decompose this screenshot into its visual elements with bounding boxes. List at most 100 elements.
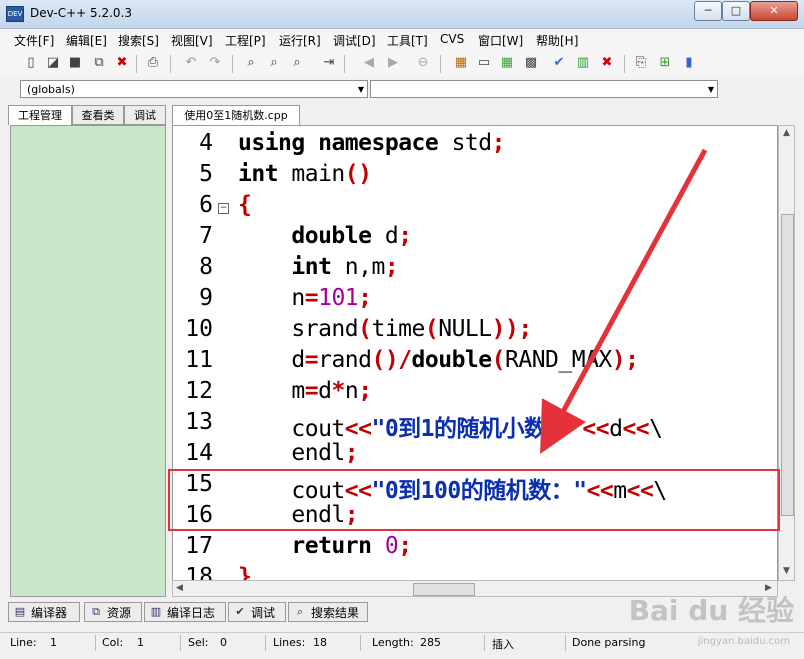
- bookmark-next-icon[interactable]: ▶: [384, 54, 402, 72]
- menu-window[interactable]: 窗口[W]: [478, 32, 523, 49]
- code-line[interactable]: double d;: [238, 223, 412, 249]
- code-token: =: [304, 285, 319, 311]
- menu-help[interactable]: 帮助[H]: [536, 32, 578, 49]
- goto-line-icon[interactable]: ⇥: [320, 54, 338, 72]
- save-all-icon[interactable]: ⧉: [90, 54, 108, 72]
- tab-resources[interactable]: ⧉ 资源: [84, 602, 142, 622]
- print-icon[interactable]: ⎙: [144, 54, 162, 72]
- status-parse-state: Done parsing: [572, 636, 646, 649]
- compiler-icon: ▤: [14, 605, 26, 618]
- code-token: d: [609, 416, 623, 442]
- code-token: <<: [344, 416, 372, 442]
- member-combo[interactable]: ▼: [370, 80, 718, 98]
- code-line[interactable]: return 0;: [238, 533, 412, 559]
- menu-tools[interactable]: 工具[T]: [387, 32, 428, 49]
- menu-project[interactable]: 工程[P]: [225, 32, 266, 49]
- replace-icon[interactable]: ⌕: [265, 54, 283, 72]
- vertical-scrollbar[interactable]: ▲ ▼: [778, 125, 795, 581]
- project-options-icon[interactable]: ▮: [680, 54, 698, 72]
- tab-debug-bottom[interactable]: ✔ 调试: [228, 602, 286, 622]
- code-line[interactable]: using namespace std;: [238, 130, 505, 156]
- run-icon[interactable]: ▭: [475, 54, 493, 72]
- code-token: rand: [318, 347, 372, 373]
- code-line[interactable]: int main(): [238, 161, 372, 187]
- code-line[interactable]: m=d*n;: [238, 378, 372, 404]
- menu-search[interactable]: 搜索[S]: [118, 32, 159, 49]
- find-icon[interactable]: ⌕: [242, 54, 260, 72]
- app-icon: DEV: [6, 6, 24, 22]
- profile-icon[interactable]: ▥: [574, 54, 592, 72]
- tab-classes[interactable]: 查看类: [72, 105, 124, 125]
- vertical-scroll-thumb[interactable]: [781, 214, 794, 516]
- close-file-icon[interactable]: ✖: [113, 54, 131, 72]
- tab-debug[interactable]: 调试: [124, 105, 166, 125]
- menu-file[interactable]: 文件[F]: [14, 32, 54, 49]
- menu-view[interactable]: 视图[V]: [171, 32, 213, 49]
- highlight-box: [168, 469, 780, 531]
- compile-icon[interactable]: ▦: [452, 54, 470, 72]
- project-panel[interactable]: [10, 125, 166, 597]
- menu-run[interactable]: 运行[R]: [279, 32, 321, 49]
- maximize-button[interactable]: □: [722, 1, 750, 21]
- code-token: using: [238, 130, 305, 156]
- line-number: 5: [199, 161, 213, 187]
- scroll-down-icon[interactable]: ▼: [783, 566, 790, 576]
- line-number: 10: [185, 316, 213, 342]
- line-number: 9: [199, 285, 213, 311]
- status-separator: [180, 635, 181, 651]
- code-token: ()/: [371, 347, 413, 373]
- status-sel-label: Sel:: [188, 636, 209, 649]
- code-line[interactable]: d=rand()/double(RAND_MAX);: [238, 347, 639, 373]
- code-line[interactable]: endl;: [238, 440, 358, 466]
- code-token: return: [291, 533, 372, 559]
- status-lines-value: 18: [313, 636, 327, 649]
- line-number: 12: [185, 378, 213, 404]
- scope-combo[interactable]: (globals) ▼: [20, 80, 368, 98]
- scroll-left-icon[interactable]: ◀: [176, 583, 183, 593]
- rebuild-icon[interactable]: ▩: [522, 54, 540, 72]
- menu-debug[interactable]: 调试[D]: [333, 32, 376, 49]
- code-line[interactable]: int n,m;: [238, 254, 398, 280]
- code-line[interactable]: cout<<"0到1的随机小数："<<d<<\: [238, 409, 663, 443]
- tab-search-results[interactable]: ⌕ 搜索结果: [288, 602, 368, 622]
- status-separator: [484, 635, 485, 651]
- tab-compile-log[interactable]: ▥ 编译日志: [144, 602, 226, 622]
- undo-icon[interactable]: ↶: [182, 54, 200, 72]
- new-file-icon[interactable]: ▯: [22, 54, 40, 72]
- code-line[interactable]: n=101;: [238, 285, 372, 311]
- code-token: (): [344, 161, 372, 187]
- code-line[interactable]: srand(time(NULL));: [238, 316, 532, 342]
- check-syntax-icon[interactable]: ✔: [550, 54, 568, 72]
- redo-icon[interactable]: ↷: [206, 54, 224, 72]
- code-token: ;: [398, 533, 412, 559]
- tab-label: 编译日志: [167, 606, 216, 620]
- stop-icon[interactable]: ⊖: [414, 54, 432, 72]
- code-line[interactable]: {: [238, 192, 252, 218]
- tab-project[interactable]: 工程管理: [8, 105, 72, 125]
- add-to-project-icon[interactable]: ⊞: [656, 54, 674, 72]
- menu-edit[interactable]: 编辑[E]: [66, 32, 107, 49]
- close-button[interactable]: ✕: [750, 1, 798, 21]
- minimize-button[interactable]: ─: [694, 1, 722, 21]
- compile-log-icon: ▥: [150, 605, 162, 618]
- insert-icon[interactable]: ⎘: [632, 54, 650, 72]
- code-token: d: [238, 347, 305, 373]
- status-col-label: Col:: [102, 636, 124, 649]
- open-file-icon[interactable]: ◪: [44, 54, 62, 72]
- file-tab[interactable]: 使用0至1随机数.cpp: [172, 105, 300, 125]
- code-token: {: [238, 192, 252, 218]
- fold-collapse-icon[interactable]: −: [218, 203, 229, 214]
- find-next-icon[interactable]: ⌕: [288, 54, 306, 72]
- scroll-up-icon[interactable]: ▲: [783, 128, 790, 138]
- menu-cvs[interactable]: CVS: [440, 32, 464, 46]
- bookmark-prev-icon[interactable]: ◀: [360, 54, 378, 72]
- tab-compiler[interactable]: ▤ 编译器: [8, 602, 80, 622]
- clean-icon[interactable]: ✖: [598, 54, 616, 72]
- horizontal-scroll-thumb[interactable]: [413, 583, 475, 596]
- line-number: 13: [185, 409, 213, 435]
- save-icon[interactable]: ■: [66, 54, 84, 72]
- compile-run-icon[interactable]: ▦: [498, 54, 516, 72]
- code-line[interactable]: }: [238, 564, 252, 580]
- status-line-label: Line:: [10, 636, 37, 649]
